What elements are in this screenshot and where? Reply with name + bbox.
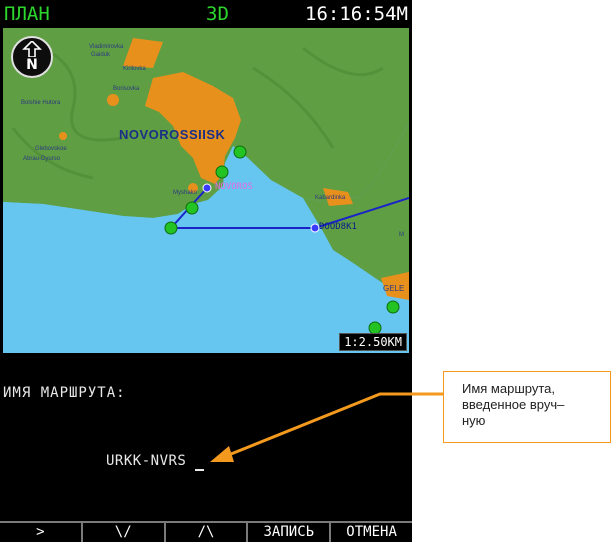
softkey-down[interactable]: \/ (83, 523, 166, 542)
plan-mode-label[interactable]: ПЛАН (4, 3, 50, 25)
marker-4 (164, 221, 178, 235)
callout-line-2: введенное вруч– (462, 397, 565, 412)
route-name-label: ИМЯ МАРШРУТА: (3, 385, 126, 401)
north-arrow-icon (22, 41, 42, 57)
waypoint-novoros (202, 183, 212, 193)
waypoint-dood (310, 223, 320, 233)
callout-line-3: ную (462, 413, 486, 428)
waypoint-label: NOVOROS (215, 182, 253, 192)
status-bar: ПЛАН 3D 16:16:54M (0, 0, 412, 28)
text-cursor (195, 469, 204, 471)
city-label-novorossiisk: NOVOROSSIISK (119, 127, 226, 142)
map-canvas (3, 28, 409, 353)
device-screen: ПЛАН 3D 16:16:54M Vladimirovka Gaiduk Ki… (0, 0, 412, 542)
softkey-bar: > \/ /\ ЗАПИСЬ ОТМЕНА (0, 521, 412, 542)
town-label: GELE (383, 284, 405, 293)
town-label: Gaiduk (91, 52, 111, 58)
town-label: Vladimirovka (89, 44, 124, 50)
marker-2 (215, 165, 229, 179)
town-label: M (399, 232, 404, 238)
marker-1 (233, 145, 247, 159)
softkey-save[interactable]: ЗАПИСЬ (248, 523, 332, 542)
town-label: Myshako (173, 190, 198, 196)
map-scale: 1:2.50KM (339, 333, 407, 351)
waypoint-label: DOOD8K1 (319, 222, 357, 232)
map-view[interactable]: Vladimirovka Gaiduk Kirilovka Borisovka … (3, 28, 409, 353)
town-label: Kirilovka (123, 66, 146, 72)
clock: 16:16:54M (305, 3, 408, 25)
marker-3 (185, 201, 199, 215)
softkey-cancel[interactable]: ОТМЕНА (331, 523, 412, 542)
softkey-up[interactable]: /\ (166, 523, 249, 542)
town-label: Abrau-Dyurso (23, 156, 61, 162)
town-label: Borisovka (113, 86, 140, 92)
marker-5 (386, 300, 400, 314)
town-label: Glebovskoe (35, 146, 67, 152)
compass-letter: N (26, 57, 38, 73)
3d-mode-label[interactable]: 3D (206, 3, 229, 25)
town-label: Bolshie Hutora (21, 100, 61, 106)
north-compass[interactable]: N (11, 36, 53, 78)
callout-line-1: Имя маршрута, (462, 381, 555, 396)
route-name-input[interactable]: URKK-NVRS (106, 453, 186, 469)
town-label: Kabardinka (315, 195, 346, 201)
annotation-callout: Имя маршрута, введенное вруч– ную (443, 371, 611, 443)
softkey-right[interactable]: > (0, 523, 83, 542)
